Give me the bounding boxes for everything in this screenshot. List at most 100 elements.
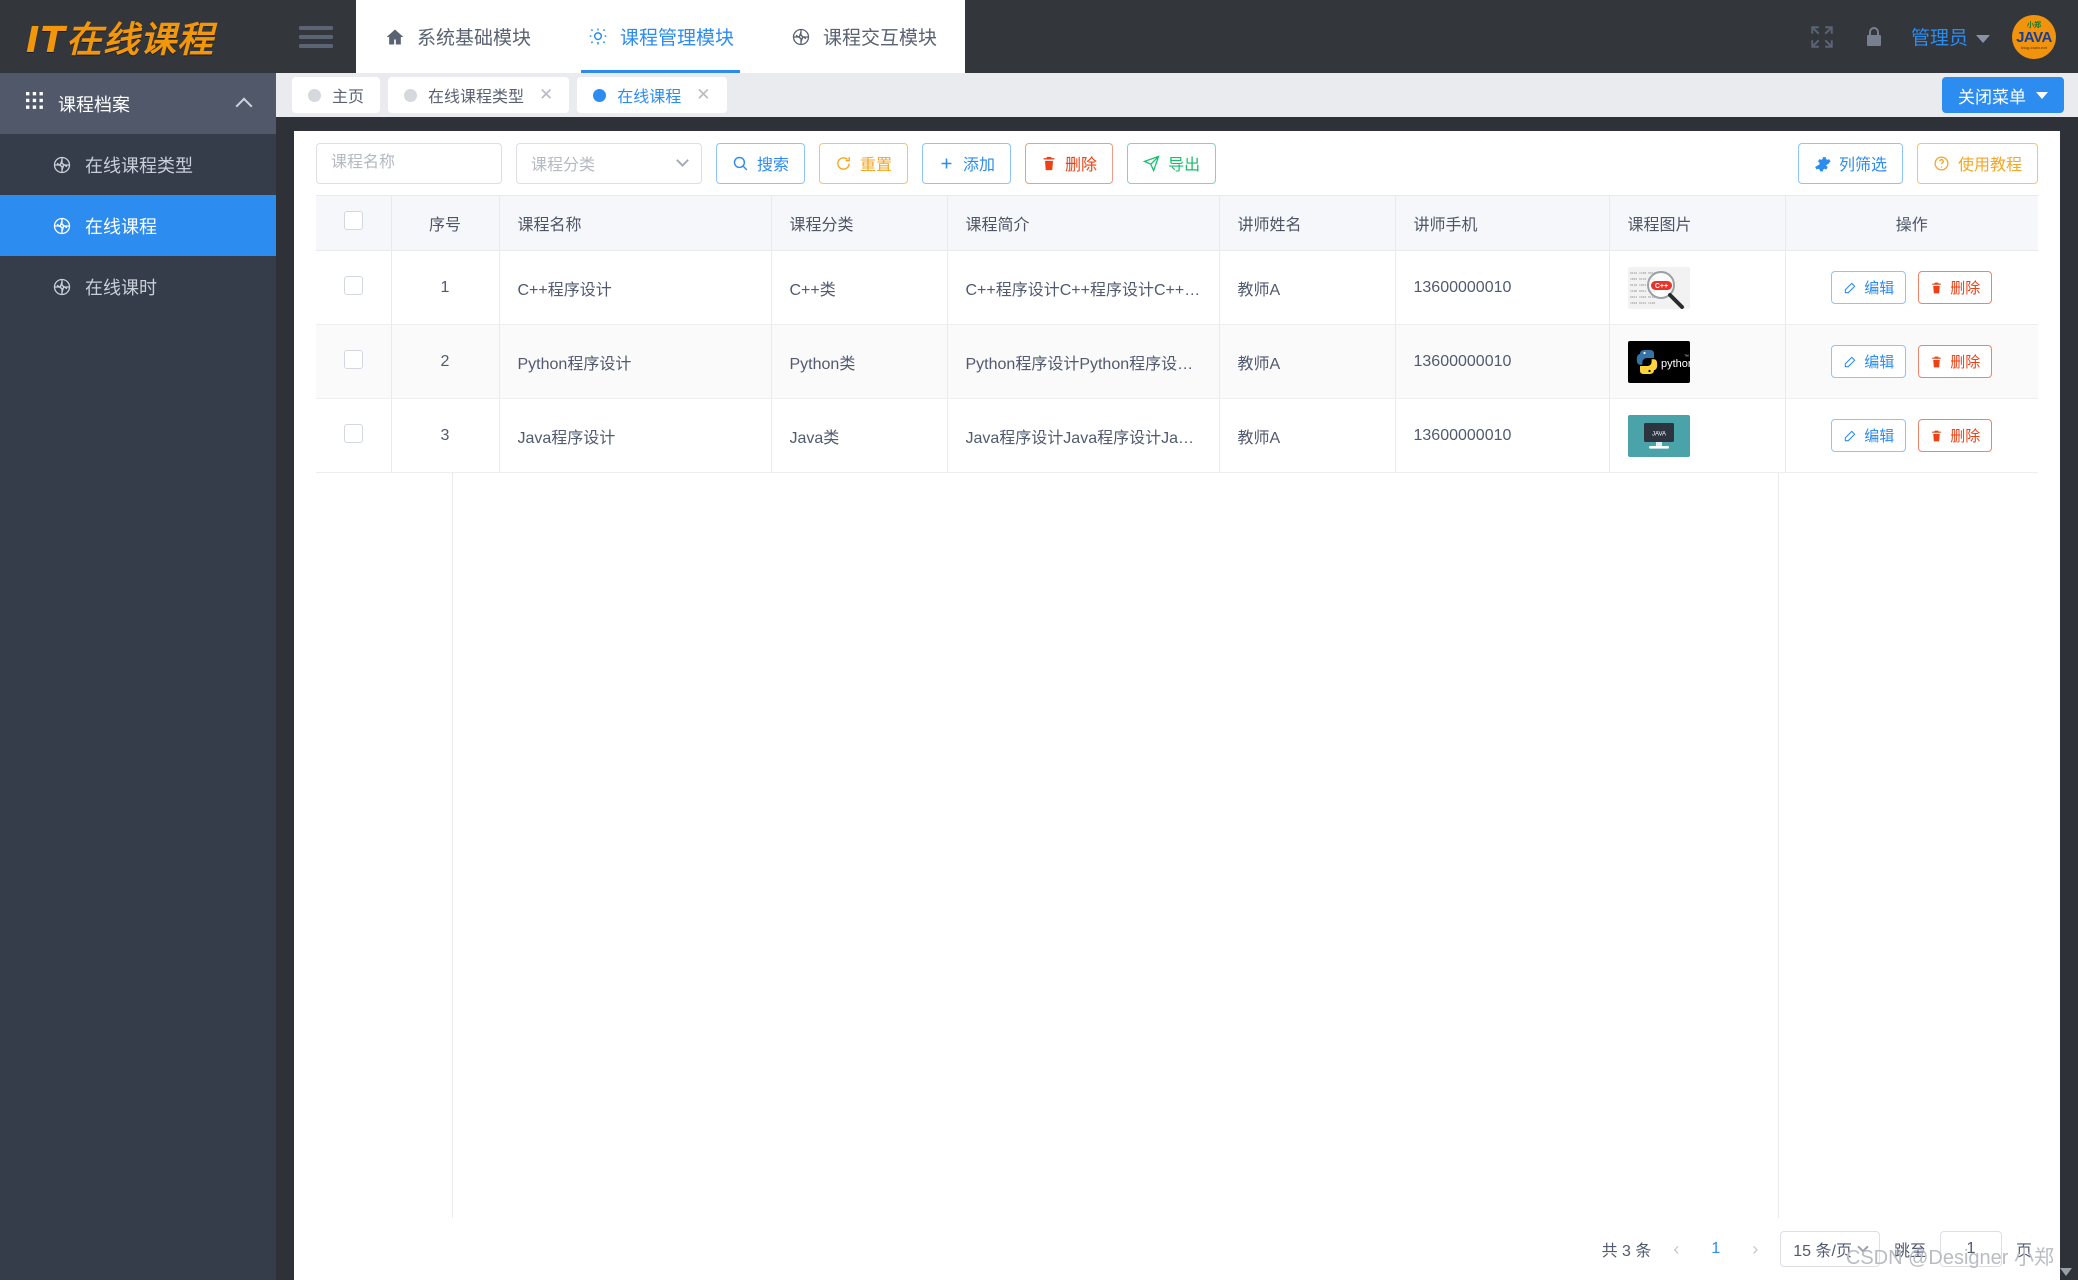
- aperture-icon: [52, 277, 72, 297]
- trash-icon: [1932, 282, 1942, 293]
- cell-teacher: 教师A: [1218, 250, 1395, 325]
- cell-intro: C++程序设计C++程序设计C++…: [946, 250, 1219, 325]
- java-course-thumbnail[interactable]: JAVA: [1627, 414, 1690, 457]
- python-course-thumbnail[interactable]: python ™: [1627, 340, 1690, 383]
- sidebar-item-online-course[interactable]: 在线课程: [0, 195, 276, 256]
- tab-online-course[interactable]: 在线课程 ✕: [577, 77, 727, 113]
- cell-intro-text: Java程序设计Java程序设计Jav…: [965, 429, 1201, 447]
- column-header-teacher: 讲师姓名: [1218, 195, 1395, 251]
- chevron-down-icon: [2036, 91, 2048, 99]
- page-number-1[interactable]: 1: [1701, 1240, 1730, 1258]
- delete-button[interactable]: 删除: [1918, 271, 1993, 304]
- tutorial-button[interactable]: 使用教程: [1916, 142, 2038, 184]
- page-size-select[interactable]: 15 条/页: [1780, 1231, 1880, 1267]
- question-circle-icon: [1934, 155, 1949, 171]
- svg-text:1010 0101 1100: 1010 0101 1100: [1630, 301, 1655, 305]
- topnav-item-course-management[interactable]: 课程管理模块: [559, 0, 763, 73]
- topnav-item-course-interaction[interactable]: 课程交互模块: [762, 0, 966, 73]
- cell-category: Java类: [770, 398, 947, 473]
- logo[interactable]: IT在线课程: [0, 0, 276, 73]
- cell-name-text: Python程序设计: [517, 355, 632, 373]
- menu-toggle-button[interactable]: [276, 0, 356, 73]
- cpp-course-thumbnail[interactable]: 0101 1100 0011 1001 0110 1010 0110 1001 0…: [1627, 266, 1690, 309]
- empty-right-column: [1779, 473, 2038, 1218]
- edit-button[interactable]: 编辑: [1831, 345, 1907, 378]
- edit-button[interactable]: 编辑: [1831, 419, 1907, 452]
- app-header: IT在线课程 系统基础模块 课程管理模块 课程交互模块 管理员 小郑 JAVA …: [0, 0, 2078, 73]
- bulb-icon: [587, 26, 609, 48]
- column-filter-button[interactable]: 列筛选: [1797, 142, 1903, 184]
- cell-name-text: C++程序设计: [517, 281, 612, 299]
- scroll-down-icon[interactable]: [2060, 1268, 2072, 1276]
- add-button[interactable]: 添加: [922, 142, 1012, 184]
- reset-button[interactable]: 重置: [819, 142, 909, 184]
- cell-intro-text: C++程序设计C++程序设计C++…: [965, 281, 1201, 299]
- sidebar-item-course-type[interactable]: 在线课程类型: [0, 134, 276, 195]
- search-input[interactable]: [316, 142, 502, 184]
- fullscreen-icon[interactable]: [1807, 22, 1837, 52]
- cell-phone: 13600000010: [1394, 250, 1609, 325]
- cell-operation: 编辑 删除: [1784, 250, 2038, 325]
- cell-index: 2: [390, 324, 499, 399]
- aperture-icon: [52, 216, 72, 236]
- content-area: 主页 在线课程类型 ✕ 在线课程 ✕ 关闭菜单 课程名称 课程分类 搜索 重置 …: [276, 73, 2078, 1280]
- lock-icon[interactable]: [1859, 22, 1889, 52]
- search-button-label: 搜索: [757, 157, 790, 174]
- trash-icon: [1932, 356, 1942, 367]
- row-select-cell: [316, 324, 391, 399]
- trash-icon: [1043, 156, 1055, 170]
- jump-to-input[interactable]: [1939, 1231, 2002, 1267]
- sidebar-item-label: 在线课程: [85, 216, 157, 237]
- row-checkbox[interactable]: [343, 423, 363, 443]
- chevron-left-icon[interactable]: ‹: [1665, 1239, 1687, 1260]
- row-checkbox[interactable]: [343, 275, 363, 295]
- chevron-right-icon[interactable]: ›: [1744, 1239, 1766, 1260]
- user-menu[interactable]: 管理员: [1911, 23, 1990, 50]
- home-icon: [384, 26, 406, 48]
- search-button[interactable]: 搜索: [716, 142, 806, 184]
- cell-phone: 13600000010: [1394, 324, 1609, 399]
- tutorial-label: 使用教程: [1957, 157, 2022, 174]
- column-header-name: 课程名称: [498, 195, 771, 251]
- avatar-mid-text: JAVA: [2016, 29, 2052, 46]
- tab-home[interactable]: 主页: [292, 77, 381, 113]
- row-checkbox[interactable]: [343, 349, 363, 369]
- column-header-phone: 讲师手机: [1394, 195, 1609, 251]
- total-count-label: 共 3 条: [1601, 1243, 1652, 1260]
- avatar[interactable]: 小郑 JAVA blog.csdn.net: [2012, 14, 2056, 59]
- batch-delete-button[interactable]: 删除: [1025, 142, 1114, 184]
- select-all-checkbox[interactable]: [343, 211, 363, 230]
- aperture-icon: [790, 26, 812, 48]
- table-row: 3 Java程序设计 Java类 Java程序设计Java程序设计Jav… 教师…: [316, 398, 2038, 473]
- topnav-item-label: 系统基础模块: [417, 28, 532, 49]
- tab-status-dot: [308, 88, 321, 102]
- category-select[interactable]: 课程分类: [516, 142, 702, 184]
- svg-text:0011 1010 0110: 0011 1010 0110: [1630, 295, 1655, 299]
- empty-middle-column: [453, 473, 1779, 1218]
- close-icon[interactable]: ✕: [539, 85, 553, 105]
- close-menu-button[interactable]: 关闭菜单: [1942, 77, 2064, 113]
- cell-name: Python程序设计: [498, 324, 771, 399]
- edit-button[interactable]: 编辑: [1831, 271, 1907, 304]
- export-button-label: 导出: [1168, 157, 1201, 174]
- delete-button[interactable]: 删除: [1918, 345, 1993, 378]
- delete-button[interactable]: 删除: [1918, 419, 1993, 452]
- grid-icon: [26, 92, 44, 115]
- sidebar-item-course-period[interactable]: 在线课时: [0, 256, 276, 317]
- cell-intro: Python程序设计Python程序设计…: [946, 324, 1219, 399]
- tab-course-type[interactable]: 在线课程类型 ✕: [388, 77, 570, 113]
- sidebar-group-course-archive[interactable]: 课程档案: [0, 73, 276, 134]
- edit-icon: [1845, 430, 1856, 441]
- edit-button-label: 编辑: [1864, 280, 1895, 297]
- top-navigation: 系统基础模块 课程管理模块 课程交互模块: [356, 0, 966, 73]
- close-icon[interactable]: ✕: [696, 85, 710, 105]
- edit-icon: [1845, 356, 1856, 367]
- page-unit-label: 页: [2015, 1243, 2032, 1260]
- delete-button-label: 删除: [1950, 280, 1981, 297]
- tab-bar: 主页 在线课程类型 ✕ 在线课程 ✕ 关闭菜单: [276, 73, 2078, 117]
- export-button[interactable]: 导出: [1127, 142, 1217, 184]
- topnav-item-system[interactable]: 系统基础模块: [356, 0, 560, 73]
- column-header-operation: 操作: [1784, 195, 2038, 251]
- cell-index: 3: [390, 398, 499, 473]
- column-header-intro: 课程简介: [946, 195, 1219, 251]
